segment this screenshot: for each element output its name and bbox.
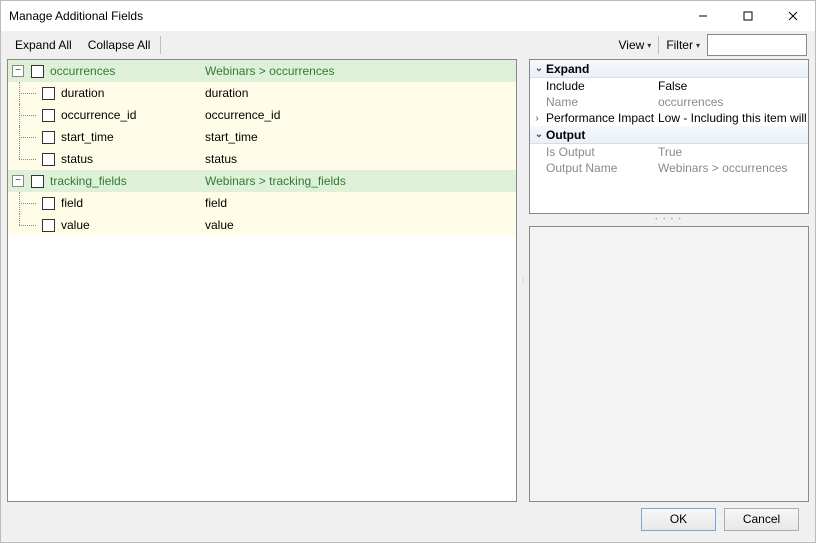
property-row-output-name[interactable]: Output Name Webinars > occurrences (530, 160, 808, 176)
tree-item-label: occurrence_id (61, 108, 136, 122)
checkbox[interactable] (42, 219, 55, 232)
checkbox[interactable] (31, 65, 44, 78)
toolbar-separator (160, 36, 161, 54)
cancel-label: Cancel (743, 512, 780, 526)
property-key: Name (544, 95, 656, 109)
window-controls (680, 1, 815, 31)
client-area: Expand All Collapse All View ▾ Filter ▾ (1, 31, 815, 542)
right-column: ⌄ Expand Include False Name occurrences (529, 59, 809, 502)
tree-item-path: value (205, 218, 516, 232)
property-section-label: Expand (546, 62, 589, 76)
description-pane (529, 226, 809, 502)
property-grid[interactable]: ⌄ Expand Include False Name occurrences (529, 59, 809, 214)
tree-group-label: tracking_fields (50, 174, 127, 188)
tree-item-start-time[interactable]: start_time start_time (8, 126, 516, 148)
collapse-all-button[interactable]: Collapse All (82, 35, 157, 55)
filter-label: Filter (666, 38, 693, 52)
property-value: Webinars > occurrences (656, 161, 808, 175)
chevron-right-icon[interactable]: › (530, 113, 544, 124)
property-row-name[interactable]: Name occurrences (530, 94, 808, 110)
tree-item-field[interactable]: field field (8, 192, 516, 214)
cancel-button[interactable]: Cancel (724, 508, 799, 531)
checkbox[interactable] (42, 131, 55, 144)
tree-group-path: Webinars > tracking_fields (205, 174, 516, 188)
tree-item-status[interactable]: status status (8, 148, 516, 170)
property-section-label: Output (546, 128, 585, 142)
tree-group-occurrences[interactable]: − occurrences Webinars > occurrences (8, 60, 516, 82)
tree-item-duration[interactable]: duration duration (8, 82, 516, 104)
tree-item-path: field (205, 196, 516, 210)
tree-item-occurrence-id[interactable]: occurrence_id occurrence_id (8, 104, 516, 126)
toolbar-separator (658, 36, 659, 54)
property-section-expand[interactable]: ⌄ Expand (530, 60, 808, 78)
expander-minus-icon[interactable]: − (12, 65, 24, 77)
tree-item-value[interactable]: value value (8, 214, 516, 236)
tree-item-label: duration (61, 86, 104, 100)
horizontal-splitter[interactable]: • • • • (529, 218, 809, 222)
maximize-button[interactable] (725, 1, 770, 31)
ok-label: OK (670, 512, 687, 526)
property-value: Low - Including this item will have (656, 111, 808, 125)
close-icon (788, 11, 798, 21)
close-button[interactable] (770, 1, 815, 31)
checkbox[interactable] (31, 175, 44, 188)
property-value: occurrences (656, 95, 808, 109)
property-key: Performance Impact (544, 111, 656, 125)
filter-input[interactable] (707, 34, 807, 56)
view-label: View (619, 38, 645, 52)
checkbox[interactable] (42, 87, 55, 100)
property-row-is-output[interactable]: Is Output True (530, 144, 808, 160)
titlebar: Manage Additional Fields (1, 1, 815, 31)
ok-button[interactable]: OK (641, 508, 716, 531)
tree-item-label: status (61, 152, 93, 166)
tree-group-tracking-fields[interactable]: − tracking_fields Webinars > tracking_fi… (8, 170, 516, 192)
tree-item-label: field (61, 196, 83, 210)
caret-down-icon: ▾ (647, 41, 651, 50)
vertical-splitter[interactable]: ⋮ (521, 59, 525, 502)
property-value: True (656, 145, 808, 159)
property-key: Is Output (544, 145, 656, 159)
chevron-down-icon[interactable]: ⌄ (532, 63, 546, 74)
property-section-output[interactable]: ⌄ Output (530, 126, 808, 144)
property-key: Output Name (544, 161, 656, 175)
maximize-icon (743, 11, 753, 21)
expand-all-button[interactable]: Expand All (9, 35, 78, 55)
property-value[interactable]: False (656, 79, 808, 93)
view-dropdown[interactable]: View ▾ (616, 35, 655, 55)
tree-item-path: status (205, 152, 516, 166)
tree-item-label: start_time (61, 130, 114, 144)
minimize-button[interactable] (680, 1, 725, 31)
expander-minus-icon[interactable]: − (12, 175, 24, 187)
property-key: Include (544, 79, 656, 93)
tree-item-label: value (61, 218, 90, 232)
checkbox[interactable] (42, 197, 55, 210)
tree-item-path: start_time (205, 130, 516, 144)
tree-group-path: Webinars > occurrences (205, 64, 516, 78)
body: − occurrences Webinars > occurrences dur… (7, 59, 809, 502)
toolbar: Expand All Collapse All View ▾ Filter ▾ (7, 33, 809, 57)
tree-group-label: occurrences (50, 64, 115, 78)
chevron-down-icon[interactable]: ⌄ (532, 129, 546, 140)
property-row-include[interactable]: Include False (530, 78, 808, 94)
minimize-icon (698, 11, 708, 21)
fields-tree[interactable]: − occurrences Webinars > occurrences dur… (7, 59, 517, 502)
dialog-footer: OK Cancel (7, 502, 809, 536)
property-row-performance-impact[interactable]: › Performance Impact Low - Including thi… (530, 110, 808, 126)
caret-down-icon: ▾ (696, 41, 700, 50)
tree-item-path: occurrence_id (205, 108, 516, 122)
tree-item-path: duration (205, 86, 516, 100)
dialog-manage-additional-fields: Manage Additional Fields Expand All Coll… (0, 0, 816, 543)
window-title: Manage Additional Fields (9, 9, 143, 23)
filter-dropdown[interactable]: Filter ▾ (663, 35, 703, 55)
checkbox[interactable] (42, 153, 55, 166)
checkbox[interactable] (42, 109, 55, 122)
